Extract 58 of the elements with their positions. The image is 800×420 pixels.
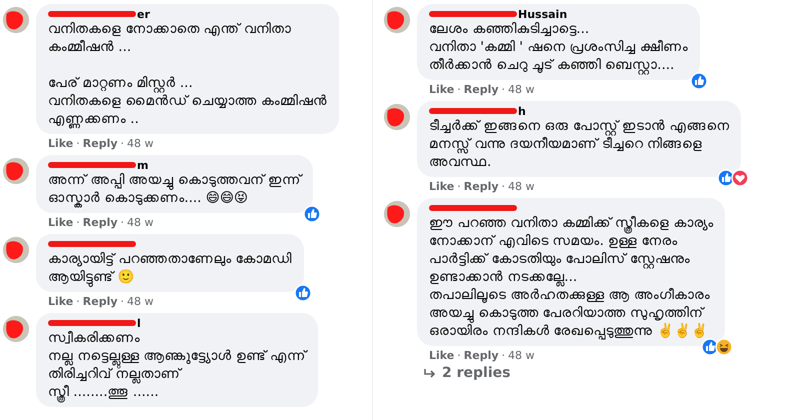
separator-dot: · bbox=[120, 216, 124, 229]
comment-text: അന്ന് അപ്പി അയച്ചു കൊടുത്തവന് ഇന്ന് ഓസ്കാർ കൊടുക്കണം.... 😄😄😝 bbox=[48, 171, 302, 207]
timestamp[interactable]: 48 w bbox=[127, 295, 154, 308]
reply-link[interactable]: Reply bbox=[464, 349, 499, 362]
author-name[interactable]: Hussain bbox=[518, 8, 568, 20]
like-icon bbox=[294, 284, 312, 302]
reply-link[interactable]: Reply bbox=[82, 216, 118, 229]
replies-link[interactable]: 2 replies bbox=[417, 365, 510, 381]
like-link[interactable]: Like bbox=[429, 83, 454, 96]
like-link[interactable]: Like bbox=[48, 137, 74, 150]
author-name[interactable]: h bbox=[518, 104, 526, 118]
like-icon bbox=[717, 169, 736, 187]
replies-count: 2 replies bbox=[442, 365, 510, 381]
reply-arrow-icon bbox=[423, 367, 437, 379]
timestamp[interactable]: 48 w bbox=[127, 137, 154, 150]
separator-dot: · bbox=[502, 83, 506, 96]
separator-dot: · bbox=[502, 180, 506, 193]
avatar bbox=[383, 103, 411, 131]
like-link[interactable]: Like bbox=[48, 295, 74, 308]
author-name[interactable]: er bbox=[137, 8, 150, 20]
timestamp[interactable]: 48 w bbox=[508, 180, 535, 193]
like-link[interactable]: Like bbox=[48, 216, 74, 229]
separator-dot: · bbox=[457, 180, 461, 193]
separator-dot: · bbox=[120, 137, 124, 150]
reply-link[interactable]: Reply bbox=[82, 137, 118, 150]
comment-text: കാര്യായിട്ട് പറഞ്ഞതാണേലും കോമഡി ആയിട്ടുണ്ട് 🙂 bbox=[48, 250, 292, 286]
separator-dot: · bbox=[76, 216, 80, 229]
reply-link[interactable]: Reply bbox=[464, 180, 499, 193]
like-link[interactable]: Like bbox=[429, 349, 454, 362]
separator-dot: · bbox=[502, 349, 506, 362]
separator-dot: · bbox=[457, 349, 461, 362]
like-icon bbox=[690, 72, 708, 90]
comment-text: ടീച്ചർക്ക് ഇങ്ങനെ ഒരു പോസ്റ്റ് ഇടാൻ എങ്ങനെ മനസ്സ് വന്നു ദയനീയമാണ് ടീച്ചറെ നിങ്ങളെ അവസ്ഥ. bbox=[429, 117, 730, 171]
comment-text: ഈ പറഞ്ഞ വനിതാ കമ്മിക്ക് സ്ത്രീകളെ കാര്യം നോക്കാന് എവിടെ സമയം. ഉള്ള നേരം പാർട്ടിക്ക് കോടതിയും പോലിസ് സ്റ്റേഷനും ഉണ്ടാക്കാൻ നടക്കല്ലേ... തപാലിലൂടെ അർഹതക്കുള്ള ആ അംഗീകാരം അയച്ചു കൊടുത്ത പേരറിയാത്ത സുഹൃത്തിന് ഒരായിരം നന്ദികൾ രേഖപ്പെടുത്തുന്നു ✌✌✌ bbox=[429, 214, 714, 340]
avatar bbox=[383, 6, 411, 34]
separator-dot: · bbox=[76, 295, 80, 308]
separator-dot: · bbox=[120, 295, 124, 308]
comment-text: സ്വീകരിക്കണം നല്ല നട്ടെല്ലുള്ള ആണ്കുട്ട്യോൾ ഉണ്ട് എന്ന് തിരിച്ചറിവ് നല്ലതാണ് സ്ത്രീ ........ത്തൂ ...... bbox=[48, 329, 306, 401]
author-name[interactable]: l bbox=[137, 316, 141, 330]
timestamp[interactable]: 48 w bbox=[508, 83, 535, 96]
comment-text: വനിതകളെ നോക്കാതെ എന്ത് വനിതാ കംമ്മീഷൻ ... പേര് മാറ്റണം മിസ്റ്റർ ... വനിതകളെ മൈൻഡ് ചെയ്യാത്ത കംമ്മിഷൻ എണ്ണക്കണം .. bbox=[48, 20, 327, 128]
avatar bbox=[2, 157, 30, 185]
like-icon bbox=[303, 205, 322, 223]
comment-text: ലേശം കഞ്ഞികുടിച്ചാട്ടെ... വനിതാ 'കമ്മി ' ഷനെ പ്രശംസിച്ച ക്ഷീണം തീർക്കാൻ ചെറു ചൂട് കഞ്ഞി ബെസ്റ്റാ.... bbox=[429, 20, 688, 74]
like-link[interactable]: Like bbox=[429, 180, 454, 193]
avatar bbox=[2, 6, 30, 34]
timestamp[interactable]: 48 w bbox=[127, 216, 154, 229]
like-icon bbox=[701, 338, 720, 356]
avatar bbox=[383, 200, 411, 228]
reply-link[interactable]: Reply bbox=[464, 83, 499, 96]
avatar bbox=[2, 315, 30, 343]
avatar bbox=[2, 236, 30, 264]
timestamp[interactable]: 48 w bbox=[508, 349, 535, 362]
separator-dot: · bbox=[76, 137, 80, 150]
laughing-icon bbox=[715, 338, 734, 356]
author-name[interactable]: m bbox=[137, 158, 148, 172]
separator-dot: · bbox=[457, 83, 461, 96]
reply-link[interactable]: Reply bbox=[82, 295, 118, 308]
